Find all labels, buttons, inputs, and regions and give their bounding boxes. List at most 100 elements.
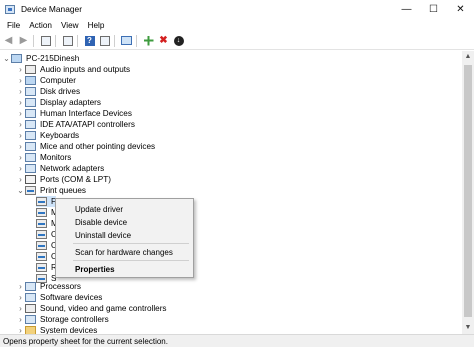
- tree-child[interactable]: R: [36, 262, 57, 273]
- chevron-right-icon[interactable]: ›: [16, 142, 25, 151]
- context-separator: [73, 243, 189, 244]
- chevron-right-icon[interactable]: ›: [16, 326, 25, 334]
- tree-item-label: Keyboards: [40, 131, 80, 140]
- tree-child-selected[interactable]: F: [36, 196, 56, 207]
- chevron-right-icon[interactable]: ›: [16, 175, 25, 184]
- tree-item-label: Ports (COM & LPT): [40, 175, 111, 184]
- processor-icon: [25, 282, 36, 291]
- keyboard-icon: [25, 131, 36, 140]
- storage-controller-icon: [25, 315, 36, 324]
- scroll-up-icon[interactable]: ▲: [462, 51, 474, 63]
- device-manager-icon: [5, 4, 15, 14]
- add-driver-icon[interactable]: [142, 34, 155, 47]
- port-icon: [25, 175, 36, 184]
- chevron-right-icon[interactable]: ›: [16, 315, 25, 324]
- menu-help[interactable]: Help: [88, 21, 105, 30]
- details-icon[interactable]: [61, 34, 74, 47]
- close-button[interactable]: ✕: [447, 0, 474, 18]
- computer-icon: [11, 54, 22, 63]
- download-icon[interactable]: ↓: [172, 34, 185, 47]
- tree-item-audio[interactable]: › Audio inputs and outputs: [16, 64, 130, 75]
- chevron-right-icon[interactable]: ›: [16, 98, 25, 107]
- chevron-right-icon[interactable]: ›: [16, 282, 25, 291]
- window-controls: — ☐ ✕: [393, 0, 474, 18]
- vertical-scrollbar[interactable]: ▲ ▼: [462, 51, 474, 334]
- printer-icon: [36, 263, 47, 272]
- printer-icon: [36, 241, 47, 250]
- tree-item-computer[interactable]: › Computer: [16, 75, 76, 86]
- tree-item-system-devices[interactable]: › System devices: [16, 325, 97, 334]
- software-device-icon: [25, 293, 36, 302]
- disk-icon: [25, 87, 36, 96]
- scroll-down-icon[interactable]: ▼: [462, 322, 474, 334]
- chevron-down-icon[interactable]: ⌄: [2, 54, 11, 63]
- uninstall-icon[interactable]: ✖: [157, 34, 170, 47]
- printer-icon: [36, 252, 47, 261]
- maximize-button[interactable]: ☐: [420, 0, 447, 18]
- chevron-right-icon[interactable]: ›: [16, 87, 25, 96]
- menu-action[interactable]: Action: [29, 21, 52, 30]
- details-pane-icon[interactable]: [98, 34, 111, 47]
- scrollbar-thumb[interactable]: [464, 65, 472, 317]
- minimize-button[interactable]: —: [393, 0, 420, 18]
- back-arrow-icon[interactable]: ◀: [2, 34, 15, 47]
- tree-item-sound[interactable]: › Sound, video and game controllers: [16, 303, 167, 314]
- tree-item-label: Mice and other pointing devices: [40, 142, 156, 151]
- chevron-right-icon[interactable]: ›: [16, 293, 25, 302]
- chevron-right-icon[interactable]: ›: [16, 164, 25, 173]
- speaker-icon: [25, 304, 36, 313]
- tree-item-software-devices[interactable]: › Software devices: [16, 292, 102, 303]
- tree-item-network[interactable]: › Network adapters: [16, 163, 104, 174]
- tree-item-label: Disk drives: [40, 87, 81, 96]
- tree-item-label: System devices: [40, 326, 98, 334]
- title-bar: Device Manager — ☐ ✕: [0, 0, 474, 18]
- chevron-right-icon[interactable]: ›: [16, 304, 25, 313]
- tree-item-hid[interactable]: › Human Interface Devices: [16, 108, 132, 119]
- tree-item-display-adapters[interactable]: › Display adapters: [16, 97, 101, 108]
- tree-item-label: Print queues: [40, 186, 86, 195]
- status-text: Opens property sheet for the current sel…: [3, 336, 168, 346]
- printer-icon: [36, 208, 47, 217]
- chevron-right-icon[interactable]: ›: [16, 65, 25, 74]
- toolbar: ◀ ▶ ? ✖ ↓: [0, 32, 474, 50]
- tree-item-label: Software devices: [40, 293, 103, 302]
- device-tree: ⌄ PC-215Dinesh › Audio inputs and output…: [0, 51, 462, 334]
- tree-item-storage[interactable]: › Storage controllers: [16, 314, 109, 325]
- context-item-uninstall-device[interactable]: Uninstall device: [56, 229, 193, 241]
- tree-item-print-queues[interactable]: ⌄ Print queues: [16, 185, 86, 196]
- context-item-scan-hardware[interactable]: Scan for hardware changes: [56, 246, 193, 258]
- toolbar-separator: [33, 34, 34, 47]
- tree-item-disk-drives[interactable]: › Disk drives: [16, 86, 80, 97]
- toolbar-separator: [114, 34, 115, 47]
- mouse-icon: [25, 142, 36, 151]
- menu-file[interactable]: File: [7, 21, 20, 30]
- chevron-right-icon[interactable]: ›: [16, 153, 25, 162]
- tree-item-ports[interactable]: › Ports (COM & LPT): [16, 174, 111, 185]
- tree-item-processors[interactable]: › Processors: [16, 281, 81, 292]
- tree-item-keyboards[interactable]: › Keyboards: [16, 130, 79, 141]
- chevron-right-icon[interactable]: ›: [16, 109, 25, 118]
- printer-icon: [36, 197, 47, 206]
- tree-item-monitors[interactable]: › Monitors: [16, 152, 71, 163]
- tree-item-label: Network adapters: [40, 164, 105, 173]
- chevron-right-icon[interactable]: ›: [16, 120, 25, 129]
- tree-item-label: Computer: [40, 76, 76, 85]
- chevron-right-icon[interactable]: ›: [16, 76, 25, 85]
- help-icon[interactable]: ?: [83, 34, 96, 47]
- chevron-right-icon[interactable]: ›: [16, 131, 25, 140]
- context-item-update-driver[interactable]: Update driver: [56, 203, 193, 215]
- forward-arrow-icon[interactable]: ▶: [17, 34, 30, 47]
- tree-item-mice[interactable]: › Mice and other pointing devices: [16, 141, 155, 152]
- context-item-disable-device[interactable]: Disable device: [56, 216, 193, 228]
- monitor-icon[interactable]: [120, 34, 133, 47]
- toolbar-separator: [136, 34, 137, 47]
- toolbar-separator: [55, 34, 56, 47]
- menu-view[interactable]: View: [61, 21, 79, 30]
- context-menu: Update driver Disable device Uninstall d…: [55, 198, 194, 278]
- tree-root[interactable]: ⌄ PC-215Dinesh: [2, 53, 79, 64]
- tree-item-label: Storage controllers: [40, 315, 109, 324]
- properties-icon[interactable]: [39, 34, 52, 47]
- chevron-down-icon[interactable]: ⌄: [16, 186, 25, 195]
- context-item-properties[interactable]: Properties: [56, 263, 193, 275]
- tree-item-ide[interactable]: › IDE ATA/ATAPI controllers: [16, 119, 135, 130]
